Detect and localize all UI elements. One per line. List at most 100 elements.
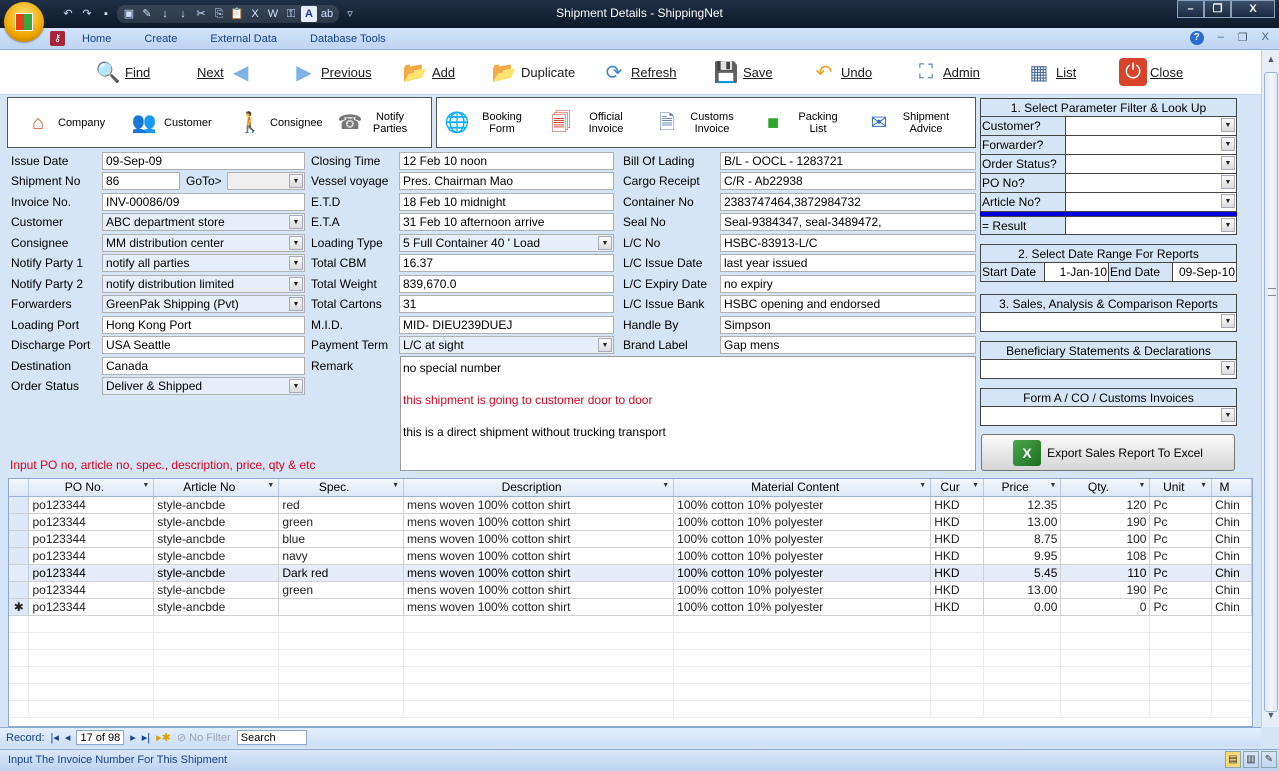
no-filter-button[interactable]: ⊘ No Filter	[177, 731, 231, 744]
eta-field[interactable]: 31 Feb 10 afternoon arrive	[399, 213, 614, 231]
cell-qty[interactable]: 110	[1060, 564, 1151, 582]
cell-po-no[interactable]: po123344	[28, 564, 155, 582]
cell-material-content[interactable]: 100% cotton 10% polyester	[673, 581, 932, 599]
doc-close-icon[interactable]: X	[1262, 31, 1269, 45]
filter-order-status-combo[interactable]: ▼	[1066, 155, 1236, 173]
dropdown-arrow-icon[interactable]: ▼	[289, 379, 303, 393]
cell-qty[interactable]: 190	[1060, 513, 1151, 531]
record-position-field[interactable]: 17 of 98	[76, 730, 125, 745]
cell-description[interactable]: mens woven 100% cotton shirt	[403, 530, 675, 548]
cell-cur[interactable]: HKD	[930, 598, 984, 616]
tab-database-tools[interactable]: Database Tools	[310, 33, 386, 45]
cell-unit[interactable]: Pc	[1149, 598, 1213, 616]
filter-icon[interactable]: ✎	[139, 6, 155, 22]
word-export-icon[interactable]: W	[265, 6, 281, 22]
cell-m[interactable]: Chin	[1211, 564, 1252, 582]
refresh-button[interactable]: ⟳ Refresh	[600, 57, 677, 87]
cell-unit[interactable]: Pc	[1149, 496, 1213, 514]
cell-po-no[interactable]: po123344	[28, 513, 155, 531]
cell-description[interactable]: mens woven 100% cotton shirt	[403, 598, 675, 616]
discharge-port-field[interactable]: USA Seattle	[102, 336, 305, 354]
cell-spec[interactable]: Dark red	[278, 564, 404, 582]
customer-button[interactable]: 👥 Customer	[128, 98, 234, 147]
find-button[interactable]: 🔍 Find	[94, 57, 151, 87]
doc-minimize-icon[interactable]: –	[1218, 31, 1224, 45]
cell-qty[interactable]: 190	[1060, 581, 1151, 599]
order-status-combo[interactable]: Deliver & Shipped ▼	[102, 377, 305, 395]
filter-forwarder-combo[interactable]: ▼	[1066, 136, 1236, 154]
cell-material-content[interactable]: 100% cotton 10% polyester	[673, 513, 932, 531]
cell-po-no[interactable]: po123344	[28, 598, 155, 616]
cell-price[interactable]: 0.00	[983, 598, 1062, 616]
cell-price[interactable]: 8.75	[983, 530, 1062, 548]
filter-article-no-combo[interactable]: ▼	[1066, 193, 1236, 211]
cell-description[interactable]: mens woven 100% cotton shirt	[403, 564, 675, 582]
column-header-cur[interactable]: Cur ▼	[930, 479, 984, 497]
cell-spec[interactable]: red	[278, 496, 404, 514]
spelling-icon[interactable]: ab	[319, 6, 335, 22]
row-selector[interactable]	[9, 564, 30, 582]
cell-po-no[interactable]: po123344	[28, 530, 155, 548]
customize-qat-icon[interactable]: ▿	[342, 6, 358, 22]
column-header-unit[interactable]: Unit ▼	[1149, 479, 1213, 497]
loading-type-combo[interactable]: 5 Full Container 40 ' Load ▼	[399, 234, 614, 252]
dropdown-arrow-icon[interactable]: ▼	[1221, 408, 1235, 422]
shipment-advice-button[interactable]: ✉ Shipment Advice	[863, 98, 969, 147]
start-date-field[interactable]: 1-Jan-10	[1045, 263, 1109, 281]
list-button[interactable]: ▦ List	[1025, 57, 1077, 87]
dropdown-arrow-icon[interactable]: ▼	[1221, 156, 1235, 170]
cell-spec[interactable]: green	[278, 581, 404, 599]
restore-button[interactable]: ❐	[1204, 0, 1231, 18]
end-date-field[interactable]: 09-Sep-10	[1173, 263, 1236, 281]
column-menu-icon[interactable]: ▼	[919, 482, 926, 489]
cell-material-content[interactable]: 100% cotton 10% polyester	[673, 530, 932, 548]
customs-invoice-button[interactable]: 🗎 Customs Invoice	[651, 98, 757, 147]
dropdown-arrow-icon[interactable]: ▼	[289, 277, 303, 291]
goto-combo[interactable]: ▼	[227, 172, 305, 190]
consignee-button[interactable]: 🚶 Consignee	[234, 98, 334, 147]
column-menu-icon[interactable]: ▼	[1139, 482, 1146, 489]
column-header-spec[interactable]: Spec. ▼	[278, 479, 404, 497]
table-row[interactable]: ✱ po123344 style-ancbde mens woven 100% cot…	[9, 598, 1252, 616]
column-header-material-content[interactable]: Material Content ▼	[673, 479, 932, 497]
paste-icon[interactable]: 📋	[229, 6, 245, 22]
dropdown-arrow-icon[interactable]: ▼	[1221, 314, 1235, 328]
close-window-button[interactable]: X	[1231, 0, 1275, 18]
mid-field[interactable]: MID- DIEU239DUEJ	[399, 316, 614, 334]
seal-no-field[interactable]: Seal-9384347, seal-3489472,	[720, 213, 976, 231]
table-row[interactable]: po123344 style-ancbde Dark red mens woven 1…	[9, 564, 1252, 582]
export-excel-button[interactable]: X Export Sales Report To Excel	[981, 434, 1235, 471]
duplicate-button[interactable]: 📂 Duplicate	[490, 57, 576, 87]
cell-description[interactable]: mens woven 100% cotton shirt	[403, 581, 675, 599]
cell-material-content[interactable]: 100% cotton 10% polyester	[673, 496, 932, 514]
save-qat-icon[interactable]: ▪	[98, 6, 114, 22]
company-button[interactable]: ⌂ Company	[22, 98, 128, 147]
total-cbm-field[interactable]: 16.37	[399, 254, 614, 272]
customer-combo[interactable]: ABC department store ▼	[102, 213, 305, 231]
table-row[interactable]: po123344 style-ancbde navy mens woven 100% …	[9, 547, 1252, 565]
notify-party-1-combo[interactable]: notify all parties ▼	[102, 254, 305, 272]
cell-unit[interactable]: Pc	[1149, 513, 1213, 531]
redo-qat-icon[interactable]: ↷	[79, 6, 95, 22]
cell-unit[interactable]: Pc	[1149, 581, 1213, 599]
design-view-icon[interactable]: ✎	[1261, 751, 1277, 768]
row-selector[interactable]	[9, 496, 30, 514]
save-button[interactable]: 💾 Save	[712, 57, 773, 87]
sort-descending-icon[interactable]: ↓	[175, 6, 191, 22]
undo-qat-icon[interactable]: ↶	[60, 6, 76, 22]
tab-external-data[interactable]: External Data	[210, 33, 277, 45]
cell-unit[interactable]: Pc	[1149, 530, 1213, 548]
cell-material-content[interactable]: 100% cotton 10% polyester	[673, 547, 932, 565]
column-header-po-no[interactable]: PO No. ▼	[28, 479, 155, 497]
cell-unit[interactable]: Pc	[1149, 547, 1213, 565]
official-invoice-button[interactable]: 🗐 Official Invoice	[545, 98, 651, 147]
packing-list-button[interactable]: ■ Packing List	[757, 98, 863, 147]
cell-description[interactable]: mens woven 100% cotton shirt	[403, 513, 675, 531]
handle-by-field[interactable]: Simpson	[720, 316, 976, 334]
dropdown-arrow-icon[interactable]: ▼	[1221, 361, 1235, 375]
cargo-receipt-field[interactable]: C/R - Ab22938	[720, 172, 976, 190]
excel-export-icon[interactable]: X	[247, 6, 263, 22]
lc-issue-date-field[interactable]: last year issued	[720, 254, 976, 272]
help-icon[interactable]: ?	[1189, 31, 1204, 45]
dropdown-arrow-icon[interactable]: ▼	[289, 256, 303, 270]
